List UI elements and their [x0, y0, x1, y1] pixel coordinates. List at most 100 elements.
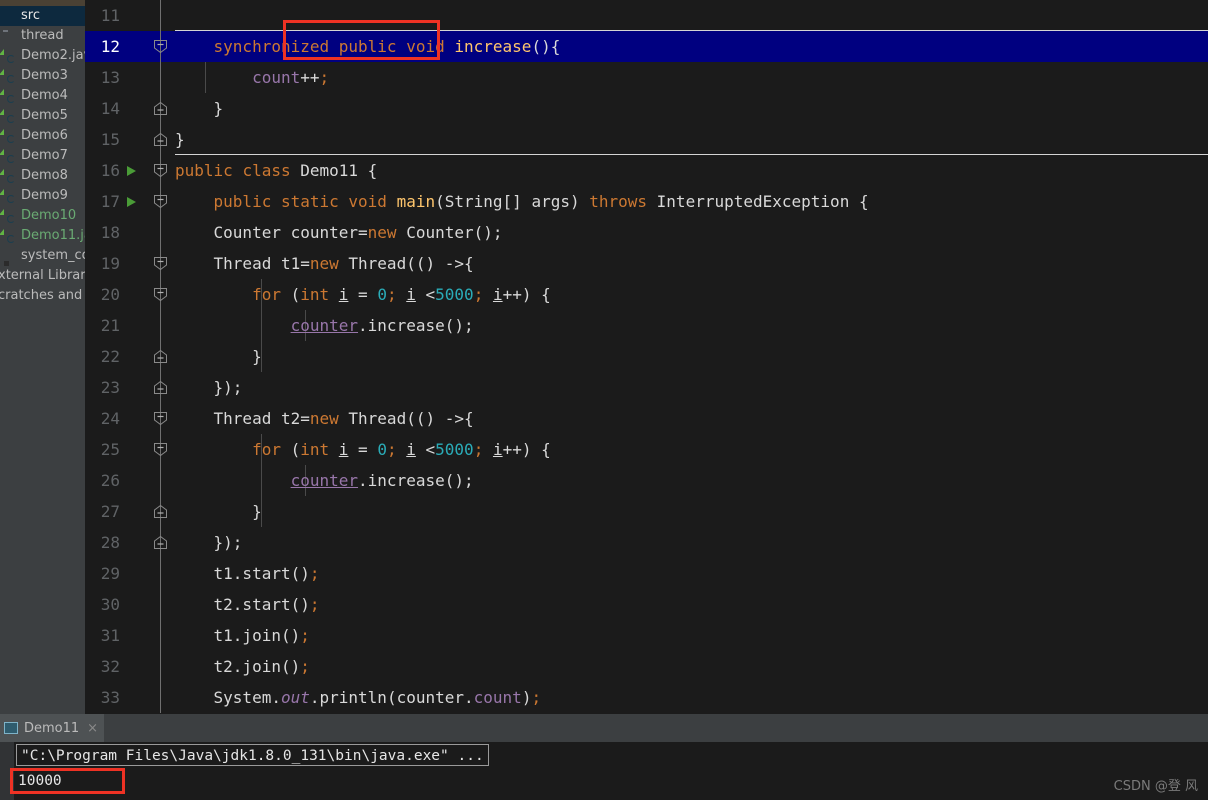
token: main [396, 192, 436, 211]
code-line-26[interactable]: 26 counter.increase(); [85, 465, 1208, 496]
token: i [492, 440, 503, 459]
code-text: } [175, 93, 224, 124]
code-text: synchronized public void increase(){ [175, 31, 561, 62]
token: 5000 [435, 285, 474, 304]
tree-item-cratches-and-c[interactable]: cratches and C [0, 286, 85, 306]
fold-start-icon[interactable] [153, 194, 168, 209]
tree-item-demo10[interactable]: Demo10 [0, 206, 85, 226]
fold-start-icon[interactable] [153, 39, 168, 54]
tree-item-demo8[interactable]: Demo8 [0, 166, 85, 186]
code-line-15[interactable]: 15} [85, 124, 1208, 155]
code-text: for (int i = 0; i <5000; i++) { [175, 279, 551, 310]
project-tree-list[interactable]: src thread Demo2.jav Demo3 Demo4 Demo5 Demo6 De… [0, 6, 85, 306]
tree-item-label: Demo11.ja [21, 228, 85, 243]
code-lines-container[interactable]: 11 12 synchronized public void increase()… [85, 0, 1208, 713]
code-text: t2.join(); [175, 651, 310, 682]
code-line-22[interactable]: 22 } [85, 341, 1208, 372]
fold-end-icon[interactable] [153, 101, 168, 116]
java-class-icon [2, 169, 17, 184]
token: class [242, 161, 291, 180]
tree-item-xternal-librarie[interactable]: xternal Librarie [0, 266, 85, 286]
fold-start-icon[interactable] [153, 287, 168, 302]
output-annotation-box [10, 768, 125, 794]
token: out [280, 688, 310, 707]
console-output[interactable]: "C:\Program Files\Java\jdk1.8.0_131\bin\… [0, 742, 1208, 800]
tree-item-demo3[interactable]: Demo3 [0, 66, 85, 86]
code-line-17[interactable]: 17 public static void main(String[] args… [85, 186, 1208, 217]
code-line-28[interactable]: 28 }); [85, 527, 1208, 558]
fold-end-icon[interactable] [153, 349, 168, 364]
code-line-12[interactable]: 12 synchronized public void increase(){ [85, 31, 1208, 62]
fold-start-icon[interactable] [153, 163, 168, 178]
fold-start-icon[interactable] [153, 256, 168, 271]
tree-item-demo7[interactable]: Demo7 [0, 146, 85, 166]
fold-end-icon[interactable] [153, 380, 168, 395]
code-line-13[interactable]: 13 count++; [85, 62, 1208, 93]
close-icon[interactable]: × [87, 721, 98, 736]
tree-item-system-code[interactable]: system_code. [0, 246, 85, 266]
line-number: 11 [100, 6, 120, 25]
fold-end-icon[interactable] [153, 535, 168, 550]
code-line-11[interactable]: 11 [85, 0, 1208, 31]
code-line-29[interactable]: 29 t1.start(); [85, 558, 1208, 589]
code-line-23[interactable]: 23 }); [85, 372, 1208, 403]
token: ++ [300, 68, 320, 87]
tree-item-demo9[interactable]: Demo9 [0, 186, 85, 206]
tree-item-thread[interactable]: thread [0, 26, 85, 46]
fold-start-icon[interactable] [153, 442, 168, 457]
code-line-33[interactable]: 33 System.out.println(counter.count); [85, 682, 1208, 713]
fold-end-icon[interactable] [153, 132, 168, 147]
tree-item-demo6[interactable]: Demo6 [0, 126, 85, 146]
code-text: Counter counter=new Counter(); [175, 217, 503, 248]
tree-item-demo5[interactable]: Demo5 [0, 106, 85, 126]
java-class-icon [2, 49, 17, 64]
token: increase [454, 37, 532, 56]
token: }); [175, 378, 243, 397]
tree-item-demo4[interactable]: Demo4 [0, 86, 85, 106]
token: Thread(() ->{ [338, 409, 474, 428]
tree-item-src[interactable]: src [0, 6, 85, 26]
line-number: 32 [100, 657, 120, 676]
project-tree-panel[interactable]: src thread Demo2.jav Demo3 Demo4 Demo5 Demo6 De… [0, 0, 85, 714]
run-gutter-icon[interactable] [127, 166, 136, 176]
code-line-19[interactable]: 19 Thread t1=new Thread(() ->{ [85, 248, 1208, 279]
fold-start-icon[interactable] [153, 411, 168, 426]
code-line-16[interactable]: 16 public class Demo11 { [85, 155, 1208, 186]
tree-item-label: xternal Librarie [0, 268, 85, 283]
line-number: 24 [100, 409, 120, 428]
java-class-icon [2, 89, 17, 104]
code-line-30[interactable]: 30 t2.start(); [85, 589, 1208, 620]
code-line-24[interactable]: 24 Thread t2=new Thread(() ->{ [85, 403, 1208, 434]
code-line-27[interactable]: 27 } [85, 496, 1208, 527]
tree-item-label: Demo4 [21, 88, 68, 103]
code-text: for (int i = 0; i <5000; i++) { [175, 434, 551, 465]
run-tool-window[interactable]: Demo11 × "C:\Program Files\Java\jdk1.8.0… [0, 714, 1208, 800]
token: for [252, 440, 281, 459]
token: new [309, 409, 339, 428]
token: synchronized [213, 37, 330, 56]
fold-end-icon[interactable] [153, 504, 168, 519]
java-class-icon [2, 209, 17, 224]
code-line-20[interactable]: 20 for (int i = 0; i <5000; i++) { [85, 279, 1208, 310]
tree-item-demo11-ja[interactable]: Demo11.ja [0, 226, 85, 246]
code-line-25[interactable]: 25 for (int i = 0; i <5000; i++) { [85, 434, 1208, 465]
line-number: 33 [100, 688, 120, 707]
run-tab-demo11[interactable]: Demo11 × [0, 714, 105, 742]
code-text: } [175, 496, 262, 527]
run-gutter-icon[interactable] [127, 197, 136, 207]
code-line-14[interactable]: 14 } [85, 93, 1208, 124]
token: i [406, 440, 416, 459]
tree-item-demo2-jav[interactable]: Demo2.jav [0, 46, 85, 66]
code-editor[interactable]: 11 12 synchronized public void increase()… [85, 0, 1208, 714]
code-text: }); [175, 527, 243, 558]
code-line-21[interactable]: 21 counter.increase(); [85, 310, 1208, 341]
code-line-31[interactable]: 31 t1.join(); [85, 620, 1208, 651]
code-line-18[interactable]: 18 Counter counter=new Counter(); [85, 217, 1208, 248]
run-tab-bar[interactable]: Demo11 × [0, 714, 1208, 742]
code-line-32[interactable]: 32 t2.join(); [85, 651, 1208, 682]
